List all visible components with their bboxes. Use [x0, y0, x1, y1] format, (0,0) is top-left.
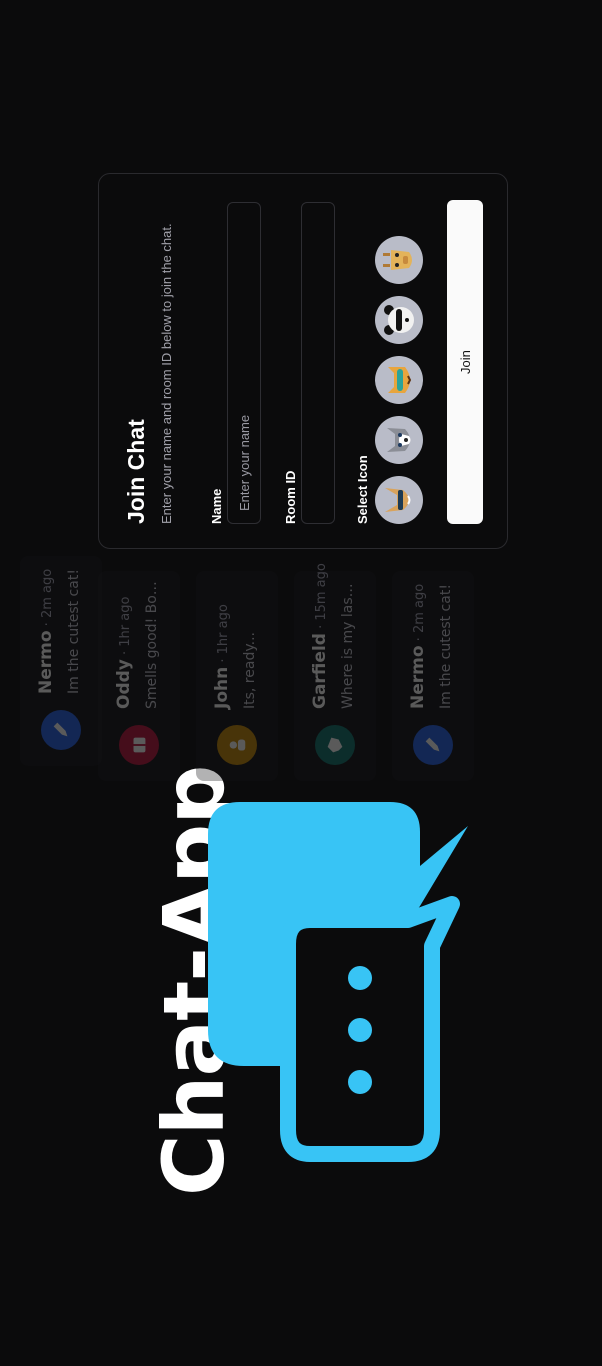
chat-preview-time: 1hr ago: [216, 604, 231, 655]
chat-preview-name: Nermo: [408, 645, 428, 709]
person-icon: [217, 725, 257, 765]
join-title: Join Chat: [123, 419, 149, 524]
chat-preview-header: John · 1hr ago: [212, 604, 232, 709]
chat-preview-message: Where is my lasagna?: [340, 579, 356, 709]
dog-icon: [315, 725, 355, 765]
pencil-icon: [41, 710, 81, 750]
chat-preview-name: Garfield: [310, 633, 330, 709]
chat-preview-header: Nermo · 2m ago: [36, 568, 56, 694]
name-input[interactable]: [227, 202, 261, 524]
chat-preview-card: John · 1hr ago Its, ready...: [196, 571, 278, 781]
icon-picker: [375, 236, 423, 524]
chat-preview-header: Garfield · 15m ago: [310, 563, 330, 709]
chat-preview-card: Oddy · 1hr ago Smells good! Booo...: [98, 571, 180, 781]
chat-preview-name: Oddy: [114, 659, 134, 709]
chat-preview-time: 15m ago: [314, 563, 329, 621]
join-description: Enter your name and room ID below to joi…: [159, 223, 174, 524]
chat-bubbles-icon: [208, 802, 468, 1162]
chat-preview-card: Garfield · 15m ago Where is my lasagna?: [294, 563, 376, 781]
fox-sunglasses-icon[interactable]: [375, 476, 423, 524]
select-icon-label: Select Icon: [355, 455, 370, 524]
chat-preview-card: Nermo · 2m ago Im the cutest cat!: [20, 556, 102, 766]
husky-icon[interactable]: [375, 416, 423, 464]
chat-preview-message: Im the cutest cat!: [438, 584, 454, 709]
chat-preview-message: Smells good! Booo...: [144, 579, 160, 709]
gift-icon: [119, 725, 159, 765]
page: Chat-App Nermo · 2m ago Im the cutest cat…: [0, 0, 602, 1366]
chat-preview-time: 2m ago: [40, 568, 55, 619]
panda-sunglasses-icon[interactable]: [375, 296, 423, 344]
join-chat-panel: Join Chat Enter your name and room ID be…: [98, 173, 508, 549]
name-label: Name: [209, 488, 224, 524]
chat-preview-time: 2m ago: [412, 583, 427, 634]
chat-preview-message: Its, ready...: [242, 632, 258, 709]
chat-preview-name: Nermo: [36, 630, 56, 694]
chat-preview-header: Nermo · 2m ago: [408, 583, 428, 709]
chat-preview-name: John: [212, 666, 232, 709]
room-id-input[interactable]: [301, 202, 335, 524]
chat-preview-card: Nermo · 2m ago Im the cutest cat!: [392, 571, 474, 781]
chat-preview-message: Im the cutest cat!: [66, 569, 82, 694]
cat-sunglasses-icon[interactable]: [375, 356, 423, 404]
join-button[interactable]: Join: [447, 200, 483, 524]
chat-preview-time: 1hr ago: [118, 596, 133, 647]
pencil-icon: [413, 725, 453, 765]
giraffe-icon[interactable]: [375, 236, 423, 284]
chat-preview-header: Oddy · 1hr ago: [114, 596, 134, 709]
room-id-label: Room ID: [283, 470, 298, 524]
